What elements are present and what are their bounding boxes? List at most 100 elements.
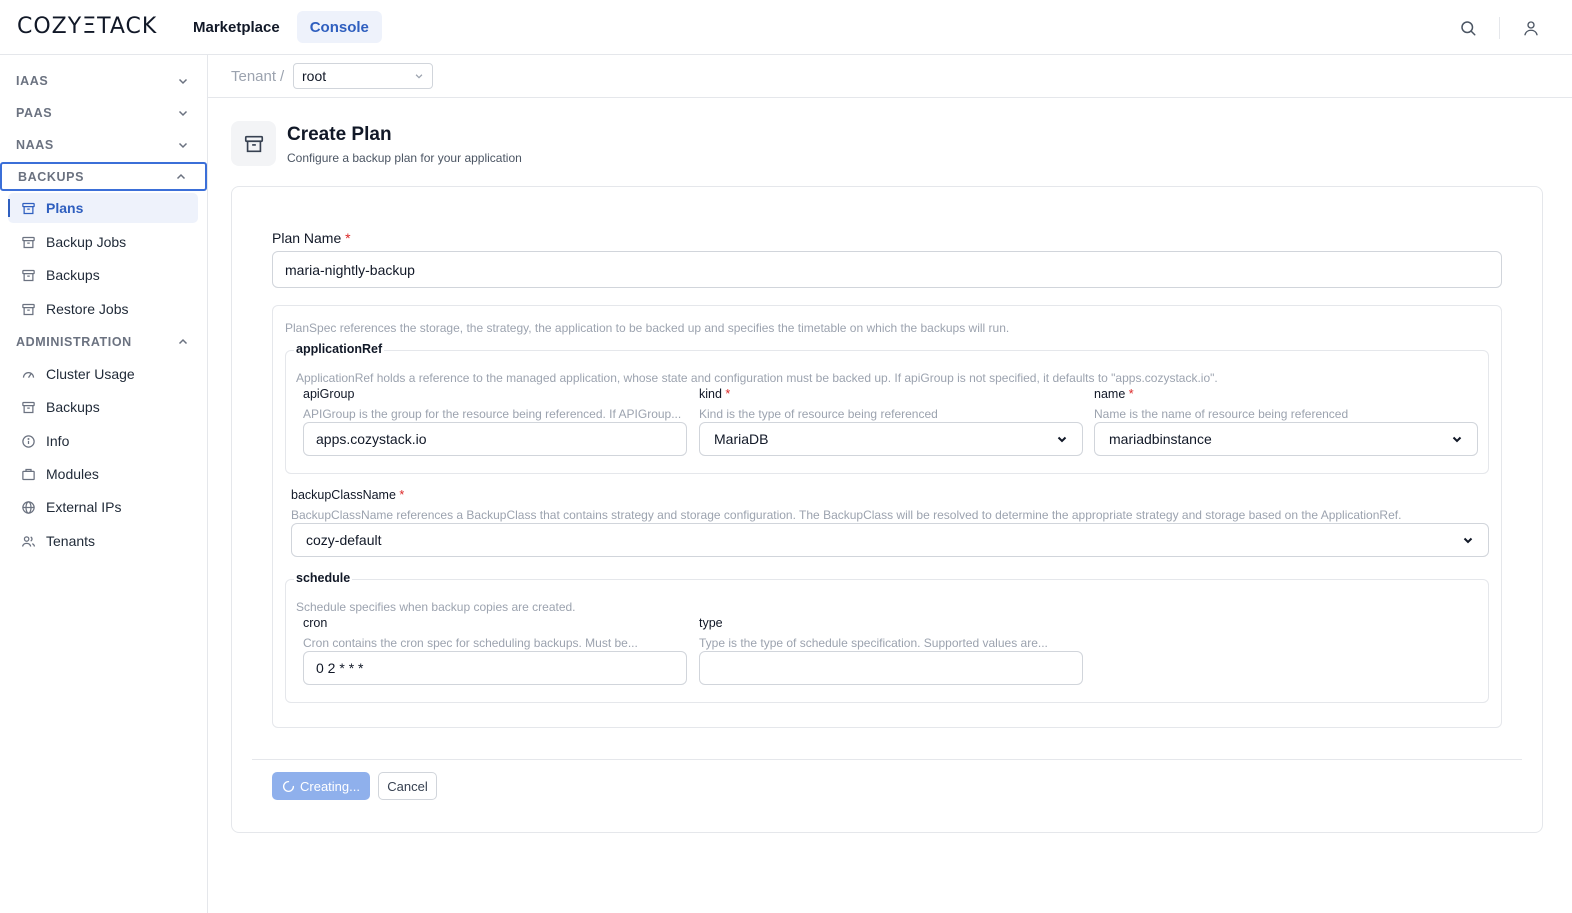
section-label: IAAS xyxy=(16,73,49,88)
cancel-button[interactable]: Cancel xyxy=(378,772,437,800)
chevron-down-icon xyxy=(1452,436,1462,443)
gauge-icon xyxy=(20,366,36,382)
backup-class-name-select[interactable]: cozy-default xyxy=(291,523,1489,557)
logo[interactable]: COZYΞTACK xyxy=(17,14,157,39)
required-marker: * xyxy=(725,387,731,401)
sidebar-item-admin-backups[interactable]: Backups xyxy=(8,392,198,422)
main-content: Tenant / root Create Plan Configure a ba… xyxy=(208,55,1572,913)
sidebar-section-administration[interactable]: ADMINISTRATION xyxy=(0,327,207,356)
sidebar-item-backup-jobs[interactable]: Backup Jobs xyxy=(8,227,198,257)
sidebar-item-label: Restore Jobs xyxy=(46,301,129,317)
kind-select-value: MariaDB xyxy=(714,431,769,447)
sidebar-section-naas[interactable]: NAAS xyxy=(0,130,207,159)
schedule-description: Schedule specifies when backup copies ar… xyxy=(296,600,576,614)
application-ref-description: ApplicationRef holds a reference to the … xyxy=(296,371,1218,385)
section-label: NAAS xyxy=(16,137,54,152)
kind-select[interactable]: MariaDB xyxy=(699,422,1083,456)
chevron-down-icon xyxy=(1057,436,1067,443)
name-label-text: name xyxy=(1094,387,1126,401)
api-group-label: apiGroup xyxy=(303,387,355,401)
spinner-icon xyxy=(282,780,295,792)
chevron-up-icon xyxy=(176,173,186,179)
plan-spec-description: PlanSpec references the storage, the str… xyxy=(285,321,1010,335)
sidebar-item-restore-jobs[interactable]: Restore Jobs xyxy=(8,294,198,324)
schedule-legend: schedule xyxy=(294,571,353,585)
sidebar-item-label: Backups xyxy=(46,399,100,415)
sidebar-item-plans[interactable]: Plans xyxy=(8,193,198,223)
sidebar-item-modules[interactable]: Modules xyxy=(8,459,198,489)
top-nav: Marketplace Console xyxy=(180,11,382,43)
chevron-down-icon xyxy=(178,142,188,148)
tenant-select[interactable]: root xyxy=(293,63,433,89)
nav-marketplace[interactable]: Marketplace xyxy=(180,11,293,43)
backup-class-name-description: BackupClassName references a BackupClass… xyxy=(291,508,1402,522)
plan-name-label: Plan Name * xyxy=(272,230,351,246)
info-icon xyxy=(20,433,36,449)
sidebar-item-label: Cluster Usage xyxy=(46,366,135,382)
section-label: PAAS xyxy=(16,105,53,120)
top-divider xyxy=(1499,17,1500,39)
top-bar: COZYΞTACK Marketplace Console xyxy=(0,0,1572,55)
archive-icon xyxy=(20,301,36,317)
type-label: type xyxy=(699,616,723,630)
archive-icon xyxy=(231,121,276,166)
name-select-value: mariadbinstance xyxy=(1109,431,1212,447)
type-description: Type is the type of schedule specificati… xyxy=(699,636,1048,650)
type-input[interactable] xyxy=(699,651,1083,685)
create-button[interactable]: Creating... xyxy=(272,772,370,800)
user-icon[interactable] xyxy=(1518,15,1544,41)
sidebar-item-label: Backups xyxy=(46,267,100,283)
sidebar-item-external-ips[interactable]: External IPs xyxy=(8,492,198,522)
globe-icon xyxy=(20,499,36,515)
required-marker: * xyxy=(1128,387,1134,401)
sidebar-section-backups[interactable]: BACKUPS xyxy=(0,162,207,191)
sidebar-item-info[interactable]: Info xyxy=(8,426,198,456)
sidebar-item-tenants[interactable]: Tenants xyxy=(8,526,198,556)
sidebar-item-label: External IPs xyxy=(46,499,122,515)
api-group-description: APIGroup is the group for the resource b… xyxy=(303,407,682,421)
kind-description: Kind is the type of resource being refer… xyxy=(699,407,938,421)
cron-label: cron xyxy=(303,616,328,630)
kind-label-text: kind xyxy=(699,387,722,401)
archive-icon xyxy=(20,267,36,283)
sidebar-section-paas[interactable]: PAAS xyxy=(0,98,207,127)
section-label: ADMINISTRATION xyxy=(16,334,132,349)
plan-name-input[interactable]: maria-nightly-backup xyxy=(272,251,1502,288)
page-title: Create Plan xyxy=(287,124,392,145)
required-marker: * xyxy=(399,488,405,502)
chevron-down-icon xyxy=(178,110,188,116)
chevron-up-icon xyxy=(178,338,188,344)
plan-form-card: Plan Name * maria-nightly-backup PlanSpe… xyxy=(231,186,1543,833)
tenant-select-value: root xyxy=(302,68,327,84)
box-icon xyxy=(20,466,36,482)
sidebar-item-label: Info xyxy=(46,433,70,449)
backup-class-name-label: backupClassName * xyxy=(291,488,404,502)
breadcrumb-separator: / xyxy=(280,68,285,85)
sidebar-item-label: Plans xyxy=(46,200,84,216)
sidebar-item-backups[interactable]: Backups xyxy=(8,260,198,290)
nav-console[interactable]: Console xyxy=(296,11,382,43)
application-ref-legend: applicationRef xyxy=(294,342,385,356)
sidebar-item-cluster-usage[interactable]: Cluster Usage xyxy=(8,359,198,389)
sidebar-item-label: Backup Jobs xyxy=(46,234,127,250)
sidebar: IAAS PAAS NAAS BACKUPS Plans Backup Jobs… xyxy=(0,55,208,913)
api-group-input[interactable]: apps.cozystack.io xyxy=(303,422,687,456)
chevron-down-icon xyxy=(415,74,423,79)
create-button-label: Creating... xyxy=(300,778,360,794)
top-actions xyxy=(1455,15,1544,41)
search-icon[interactable] xyxy=(1455,15,1481,41)
backup-class-name-value: cozy-default xyxy=(306,532,382,548)
backup-class-name-label-text: backupClassName xyxy=(291,488,396,502)
chevron-down-icon xyxy=(1463,537,1473,544)
plan-name-label-text: Plan Name xyxy=(272,230,342,246)
breadcrumb-tenant-label: Tenant xyxy=(231,68,277,85)
name-select[interactable]: mariadbinstance xyxy=(1094,422,1478,456)
users-icon xyxy=(20,533,36,549)
cron-input[interactable]: 0 2 * * * xyxy=(303,651,687,685)
sidebar-section-iaas[interactable]: IAAS xyxy=(0,66,207,95)
page-subtitle: Configure a backup plan for your applica… xyxy=(287,151,522,165)
form-divider xyxy=(252,759,1522,760)
section-label: BACKUPS xyxy=(18,169,85,184)
sidebar-item-label: Tenants xyxy=(46,533,96,549)
breadcrumb: Tenant / root xyxy=(208,55,1572,98)
